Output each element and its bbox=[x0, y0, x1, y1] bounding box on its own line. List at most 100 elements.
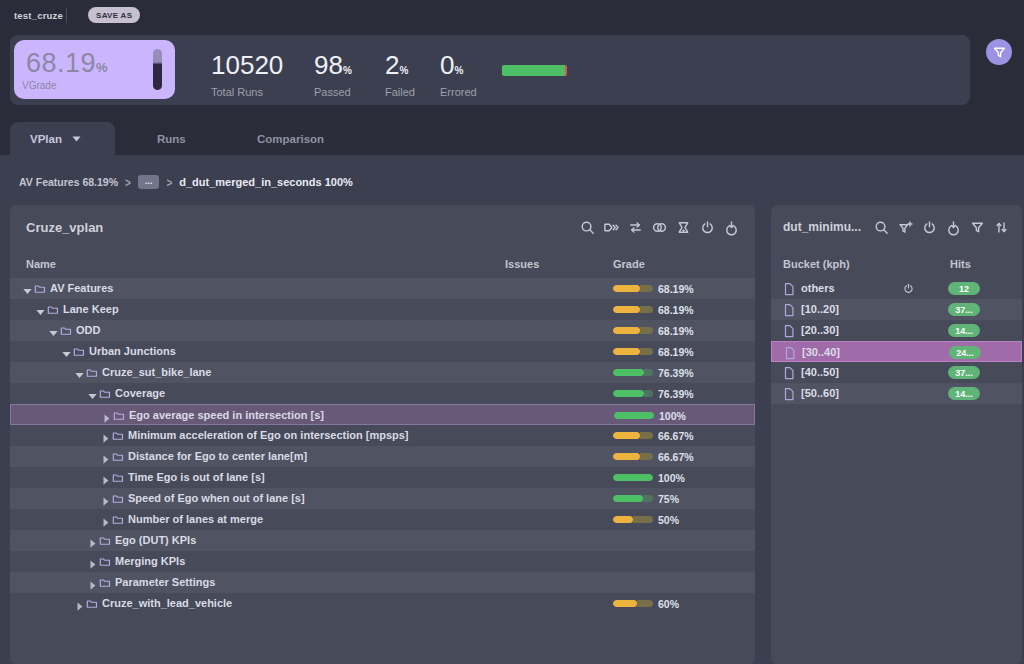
tree-row-label: Minimum acceleration of Ego on intersect… bbox=[128, 429, 409, 441]
expand-caret-open[interactable] bbox=[48, 325, 59, 336]
tree-row[interactable]: Speed of Ego when out of lane [s]75% bbox=[10, 488, 755, 509]
expand-caret-closed[interactable] bbox=[100, 430, 111, 441]
expand-caret-closed[interactable] bbox=[87, 577, 98, 588]
expand-caret-open[interactable] bbox=[87, 388, 98, 399]
grade-bar bbox=[613, 285, 653, 292]
bucket-row[interactable]: [20..30]14... bbox=[771, 320, 1022, 341]
tree-row[interactable]: Distance for Ego to center lane[m]66.67% bbox=[10, 446, 755, 467]
doc-icon bbox=[783, 387, 795, 401]
expand-caret-closed[interactable] bbox=[100, 451, 111, 462]
document-icon bbox=[783, 324, 795, 337]
bucket-list: others12[10..20]37...[20..30]14...[30..4… bbox=[771, 278, 1022, 404]
bucket-row[interactable]: [40..50]37... bbox=[771, 362, 1022, 383]
tree-row[interactable]: AV Features68.19% bbox=[10, 278, 755, 299]
expand-caret-open[interactable] bbox=[61, 346, 72, 357]
expand-caret-closed[interactable] bbox=[101, 410, 112, 421]
column-header-grade[interactable]: Grade bbox=[613, 258, 645, 270]
download-icon bbox=[945, 219, 962, 236]
breadcrumb-ellipsis-button[interactable]: ... bbox=[138, 175, 160, 189]
tree-row[interactable]: Merging KPIs bbox=[10, 551, 755, 572]
tree-row-label: Urban Junctions bbox=[89, 345, 176, 357]
tree-row[interactable]: Parameter Settings bbox=[10, 572, 755, 593]
folder-icon bbox=[112, 429, 125, 442]
visibility-button[interactable] bbox=[651, 219, 668, 236]
sort-button[interactable] bbox=[993, 219, 1010, 236]
filter-star-button[interactable] bbox=[675, 219, 692, 236]
caret-down-icon bbox=[61, 349, 72, 360]
tree-row[interactable]: Time Ego is out of lane [s]100% bbox=[10, 467, 755, 488]
expand-caret-closed[interactable] bbox=[100, 514, 111, 525]
grade-bar-fill bbox=[613, 390, 644, 397]
grade-value: 76.39% bbox=[658, 388, 694, 400]
grade-bar-rest bbox=[643, 495, 653, 502]
tree-row[interactable]: Lane Keep68.19% bbox=[10, 299, 755, 320]
grade-bar-fill bbox=[613, 495, 643, 502]
expand-caret-open[interactable] bbox=[35, 304, 46, 315]
tag-arrows-button[interactable] bbox=[603, 219, 620, 236]
content-area: AV Features 68.19% > ... > d_dut_merged_… bbox=[0, 155, 1024, 664]
tab-vplan[interactable]: VPlan bbox=[10, 122, 115, 155]
bucket-row[interactable]: [50..60]14... bbox=[771, 383, 1022, 404]
bucket-panel-title: dut_minimu... bbox=[783, 220, 861, 234]
hits-badge: 37... bbox=[948, 366, 980, 379]
expand-caret-open[interactable] bbox=[22, 283, 33, 294]
search-button[interactable] bbox=[579, 219, 596, 236]
bucket-row[interactable]: [10..20]37... bbox=[771, 299, 1022, 320]
download-button[interactable] bbox=[945, 219, 962, 236]
grade-bar-rest bbox=[640, 306, 653, 313]
expand-caret-closed[interactable] bbox=[100, 493, 111, 504]
folder-icon bbox=[113, 410, 126, 423]
tree-row[interactable]: Coverage76.39% bbox=[10, 383, 755, 404]
tree-row[interactable]: Urban Junctions68.19% bbox=[10, 341, 755, 362]
folder-icon bbox=[112, 514, 125, 527]
tree-row[interactable]: Minimum acceleration of Ego on intersect… bbox=[10, 425, 755, 446]
grade-bar bbox=[613, 306, 653, 313]
stat-errored: 0% Errored bbox=[440, 52, 477, 98]
expand-caret-closed[interactable] bbox=[87, 556, 98, 567]
app-root: test_cruze SAVE AS 68.19% VGrade 10520 T… bbox=[0, 0, 1024, 664]
grade-value: 100% bbox=[658, 472, 685, 484]
save-as-button[interactable]: SAVE AS bbox=[88, 7, 140, 23]
column-header-bucket[interactable]: Bucket (kph) bbox=[783, 258, 850, 270]
tab-comparison[interactable]: Comparison bbox=[257, 122, 324, 155]
folder-icon bbox=[112, 471, 125, 484]
caret-right-icon bbox=[100, 517, 111, 528]
expand-caret-closed[interactable] bbox=[87, 535, 98, 546]
expand-caret-open[interactable] bbox=[74, 367, 85, 378]
tree-row[interactable]: Cruze_sut_bike_lane76.39% bbox=[10, 362, 755, 383]
column-header-name[interactable]: Name bbox=[26, 258, 56, 270]
filter-plus-button[interactable] bbox=[897, 219, 914, 236]
grade-value: 68.19% bbox=[658, 325, 694, 337]
hits-badge: 12 bbox=[948, 282, 980, 295]
tree-row[interactable]: ODD68.19% bbox=[10, 320, 755, 341]
breadcrumb-item-av-features[interactable]: AV Features 68.19% bbox=[19, 176, 118, 188]
vgrade-card[interactable]: 68.19% VGrade bbox=[14, 40, 175, 99]
history-button[interactable] bbox=[699, 219, 716, 236]
filter-fab-button[interactable] bbox=[986, 39, 1012, 65]
document-icon bbox=[783, 387, 795, 400]
swap-horizontal-button[interactable] bbox=[627, 219, 644, 236]
expand-caret-closed[interactable] bbox=[100, 472, 111, 483]
funnel-button[interactable] bbox=[969, 219, 986, 236]
grade-bar-fill bbox=[613, 516, 633, 523]
progress-passed-segment bbox=[502, 65, 565, 76]
tree-row[interactable]: Ego average speed in intersection [s]100… bbox=[10, 404, 755, 425]
tree-row[interactable]: Number of lanes at merge50% bbox=[10, 509, 755, 530]
search-button[interactable] bbox=[873, 219, 890, 236]
grade-bar bbox=[613, 369, 653, 376]
tree-row[interactable]: Ego (DUT) KPIs bbox=[10, 530, 755, 551]
bucket-row[interactable]: others12 bbox=[771, 278, 1022, 299]
tab-runs[interactable]: Runs bbox=[157, 122, 186, 155]
tree-row-label: AV Features bbox=[50, 282, 113, 294]
expand-caret-closed[interactable] bbox=[74, 598, 85, 609]
grade-bar-fill bbox=[613, 600, 637, 607]
history-icon[interactable] bbox=[902, 281, 916, 295]
stat-passed: 98% Passed bbox=[314, 52, 352, 98]
tree-row[interactable]: Cruze_with_lead_vehicle60% bbox=[10, 593, 755, 614]
bucket-row[interactable]: [30..40]24... bbox=[771, 341, 1022, 362]
column-header-issues[interactable]: Issues bbox=[505, 258, 539, 270]
download-button[interactable] bbox=[723, 219, 740, 236]
column-header-hits[interactable]: Hits bbox=[950, 258, 971, 270]
history-button[interactable] bbox=[921, 219, 938, 236]
caret-right-icon bbox=[100, 454, 111, 465]
